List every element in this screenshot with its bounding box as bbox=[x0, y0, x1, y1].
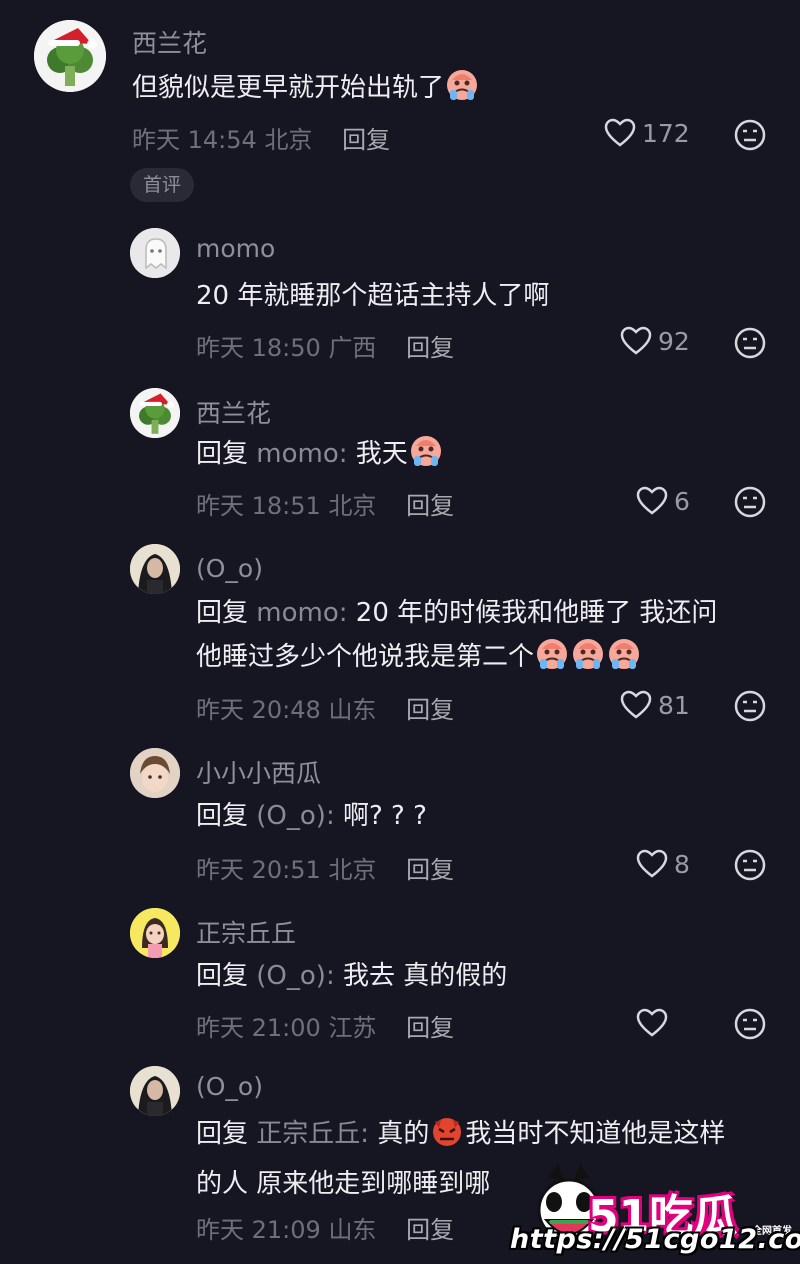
broccoli-santa-avatar-icon bbox=[34, 20, 106, 92]
location: 北京 bbox=[328, 492, 377, 520]
like-button[interactable]: 6 bbox=[636, 486, 690, 516]
neutral-face-icon[interactable] bbox=[734, 1008, 766, 1040]
neutral-face-icon[interactable] bbox=[734, 327, 766, 359]
watermark-url: https://51cgo12.com bbox=[510, 1224, 800, 1255]
neutral-face-icon[interactable] bbox=[734, 849, 766, 881]
like-button[interactable]: 81 bbox=[620, 690, 690, 720]
comment-meta: 昨天 18:51 北京 回复 bbox=[196, 486, 454, 521]
child-avatar-icon bbox=[130, 748, 180, 798]
comment-meta: 昨天 18:50 广西 回复 bbox=[196, 328, 454, 363]
reply-item: 西兰花 回复 momo: 我天 昨天 18:51 北京 回复 6 bbox=[0, 380, 800, 540]
portrait-avatar-icon bbox=[130, 1066, 180, 1116]
avatar[interactable] bbox=[130, 748, 180, 798]
like-count: 8 bbox=[674, 849, 690, 879]
comment-text: 20 年就睡那个超话主持人了啊 bbox=[196, 281, 550, 311]
mention[interactable]: (O_o): bbox=[256, 961, 334, 991]
angry-devil-emoji-icon bbox=[429, 1112, 465, 1162]
location: 北京 bbox=[264, 126, 313, 154]
comment-text: 回复 momo: 我天 bbox=[196, 432, 444, 482]
reply-item: (O_o) 回复 momo: 20 年的时候我和他睡了 我还问 他睡过多少个他说… bbox=[0, 540, 800, 740]
crying-emoji-icon bbox=[408, 432, 444, 482]
comment-text: 但貌似是更早就开始出轨了 bbox=[132, 66, 480, 116]
like-button[interactable]: 8 bbox=[636, 849, 690, 879]
mention[interactable]: momo: bbox=[256, 598, 347, 628]
neutral-face-icon[interactable] bbox=[734, 486, 766, 518]
location: 山东 bbox=[328, 696, 377, 724]
reply-button[interactable]: 回复 bbox=[406, 856, 454, 884]
timestamp: 昨天 21:00 bbox=[196, 1014, 321, 1042]
timestamp: 昨天 20:48 bbox=[196, 696, 321, 724]
like-button[interactable]: 92 bbox=[620, 326, 690, 356]
avatar[interactable] bbox=[34, 20, 106, 92]
location: 广西 bbox=[328, 334, 377, 362]
timestamp: 昨天 20:51 bbox=[196, 856, 321, 884]
username[interactable]: 正宗丘丘 bbox=[196, 914, 296, 950]
crying-emoji-icon bbox=[570, 635, 606, 685]
comment-meta: 昨天 21:09 山东 回复 bbox=[196, 1210, 454, 1245]
heart-icon bbox=[620, 326, 652, 356]
portrait-avatar-icon bbox=[130, 544, 180, 594]
location: 山东 bbox=[328, 1216, 377, 1244]
username[interactable]: 西兰花 bbox=[132, 24, 207, 60]
reply-button[interactable]: 回复 bbox=[406, 1014, 454, 1042]
username[interactable]: 小小小西瓜 bbox=[196, 754, 321, 790]
heart-icon bbox=[620, 690, 652, 720]
heart-icon bbox=[636, 486, 668, 516]
like-count: 81 bbox=[658, 690, 690, 720]
reply-button[interactable]: 回复 bbox=[342, 126, 390, 154]
location: 北京 bbox=[328, 856, 377, 884]
comment-item: 西兰花 但貌似是更早就开始出轨了 昨天 14:54 北京 回复 172 bbox=[0, 0, 800, 210]
comment-meta: 昨天 21:00 江苏 回复 bbox=[196, 1008, 454, 1043]
location: 江苏 bbox=[328, 1014, 377, 1042]
like-count: 172 bbox=[642, 118, 690, 148]
comment-text: 回复 momo: 20 年的时候我和他睡了 我还问 他睡过多少个他说我是第二个 bbox=[196, 591, 717, 685]
reply-button[interactable]: 回复 bbox=[406, 492, 454, 520]
crying-emoji-icon bbox=[606, 635, 642, 685]
reply-button[interactable]: 回复 bbox=[406, 1216, 454, 1244]
reply-item: 小小小西瓜 回复 (O_o): 啊? ? ? 昨天 20:51 北京 回复 8 bbox=[0, 740, 800, 900]
ghost-avatar-icon bbox=[130, 228, 180, 278]
crying-emoji-icon bbox=[534, 635, 570, 685]
reply-button[interactable]: 回复 bbox=[406, 334, 454, 362]
comment-meta: 昨天 20:51 北京 回复 bbox=[196, 850, 454, 885]
cartoon-girl-avatar-icon bbox=[130, 908, 180, 958]
comment-text: 回复 (O_o): 啊? ? ? bbox=[196, 801, 427, 831]
username[interactable]: momo bbox=[196, 234, 275, 263]
avatar[interactable] bbox=[130, 1066, 180, 1116]
avatar[interactable] bbox=[130, 544, 180, 594]
crying-emoji-icon bbox=[444, 66, 480, 116]
timestamp: 昨天 14:54 bbox=[132, 126, 257, 154]
mention[interactable]: (O_o): bbox=[256, 801, 334, 831]
timestamp: 昨天 18:50 bbox=[196, 334, 321, 362]
comment-meta: 昨天 14:54 北京 回复 bbox=[132, 120, 390, 155]
like-count: 92 bbox=[658, 326, 690, 356]
avatar[interactable] bbox=[130, 908, 180, 958]
reply-item: 正宗丘丘 回复 (O_o): 我去 真的假的 昨天 21:00 江苏 回复 bbox=[0, 900, 800, 1060]
comment-meta: 昨天 20:48 山东 回复 bbox=[196, 690, 454, 725]
username[interactable]: 西兰花 bbox=[196, 394, 271, 430]
neutral-face-icon[interactable] bbox=[734, 690, 766, 722]
neutral-face-icon[interactable] bbox=[734, 119, 766, 151]
avatar[interactable] bbox=[130, 388, 180, 438]
username[interactable]: (O_o) bbox=[196, 1072, 263, 1101]
heart-icon bbox=[604, 118, 636, 148]
timestamp: 昨天 18:51 bbox=[196, 492, 321, 520]
heart-icon bbox=[636, 1008, 668, 1038]
mention[interactable]: 正宗丘丘: bbox=[256, 1119, 369, 1149]
like-button[interactable] bbox=[636, 1008, 668, 1038]
like-count: 6 bbox=[674, 486, 690, 516]
like-button[interactable]: 172 bbox=[604, 118, 690, 148]
avatar[interactable] bbox=[130, 228, 180, 278]
username[interactable]: (O_o) bbox=[196, 554, 263, 583]
reply-item: momo 20 年就睡那个超话主持人了啊 昨天 18:50 广西 回复 92 bbox=[0, 220, 800, 380]
mention[interactable]: momo: bbox=[256, 439, 347, 469]
reply-button[interactable]: 回复 bbox=[406, 696, 454, 724]
comment-text: 回复 (O_o): 我去 真的假的 bbox=[196, 961, 508, 991]
heart-icon bbox=[636, 849, 668, 879]
broccoli-santa-avatar-icon bbox=[130, 388, 180, 438]
timestamp: 昨天 21:09 bbox=[196, 1216, 321, 1244]
